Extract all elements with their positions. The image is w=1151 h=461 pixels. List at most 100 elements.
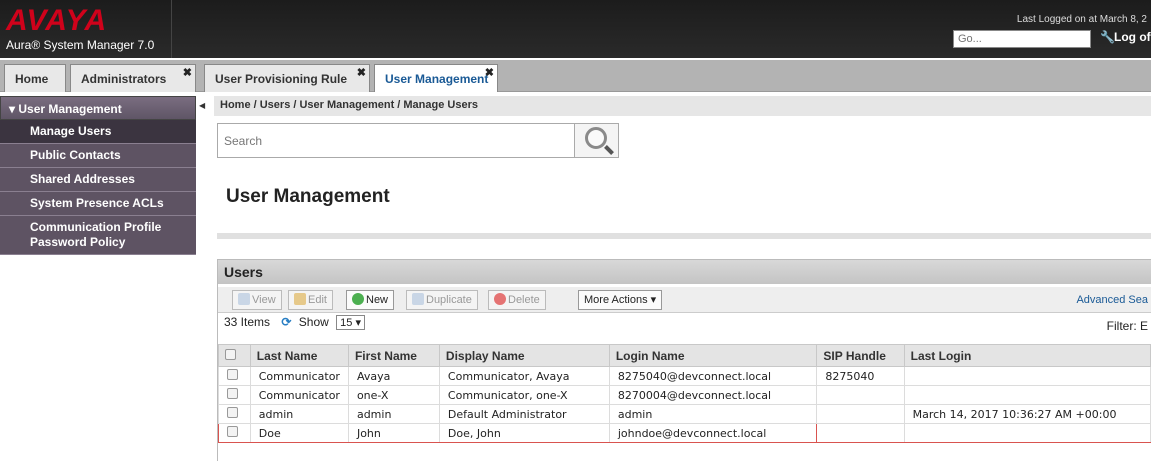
- col-last-name[interactable]: Last Name: [249, 344, 349, 367]
- cell-login-name: 8270004@devconnect.local: [608, 385, 818, 405]
- tab-user-provisioning-rule[interactable]: User Provisioning Rule ✖: [204, 64, 370, 92]
- col-last-login[interactable]: Last Login: [903, 344, 1151, 367]
- tab-home-label: Home: [15, 72, 49, 86]
- duplicate-label: Duplicate: [426, 294, 472, 306]
- items-count: 33 Items: [224, 315, 271, 329]
- users-toolbar: View Edit New Duplicate Delete More Acti…: [218, 287, 1151, 313]
- tab-user-management-label: User Management: [385, 72, 489, 86]
- sidebar-item-system-presence-acls[interactable]: System Presence ACLs: [0, 192, 196, 216]
- select-all-checkbox[interactable]: [225, 348, 236, 360]
- new-label: New: [366, 294, 389, 306]
- filter-link[interactable]: Filter: E: [1107, 319, 1148, 333]
- search-box[interactable]: Search: [217, 123, 619, 158]
- users-table: Last Name First Name Display Name Login …: [218, 344, 1151, 443]
- cell-login-name: 8275040@devconnect.local: [608, 366, 818, 386]
- row-checkbox[interactable]: [227, 407, 238, 418]
- edit-button[interactable]: Edit: [288, 290, 333, 310]
- row-checkbox[interactable]: [227, 369, 238, 380]
- go-search-input[interactable]: [953, 30, 1091, 48]
- cell-first-name: Avaya: [347, 366, 440, 386]
- search-input[interactable]: Search: [224, 134, 262, 148]
- sidebar-item-public-contacts[interactable]: Public Contacts: [0, 144, 196, 168]
- show-page-size-select[interactable]: 15 ▾: [336, 315, 365, 330]
- cell-display-name: Default Administrator: [438, 404, 610, 424]
- cell-first-name: John: [347, 423, 440, 443]
- cell-sip-handle: 8275040: [816, 366, 905, 386]
- breadcrumb: Home / Users / User Management / Manage …: [214, 96, 1151, 116]
- cell-first-name: one-X: [347, 385, 440, 405]
- delete-label: Delete: [508, 294, 540, 306]
- close-icon[interactable]: ✖: [183, 66, 192, 79]
- close-icon[interactable]: ✖: [357, 66, 366, 79]
- cell-first-name: admin: [347, 404, 440, 424]
- pencil-icon: [294, 293, 306, 305]
- avaya-logo: AVAYA: [6, 4, 108, 37]
- brand-area: AVAYA Aura® System Manager 7.0: [0, 0, 172, 58]
- close-icon[interactable]: ✖: [485, 66, 494, 79]
- col-sip-handle[interactable]: SIP Handle: [816, 344, 905, 367]
- sidebar-header-label: User Management: [18, 102, 122, 116]
- tab-administrators-label: Administrators: [81, 72, 167, 86]
- logoff-link[interactable]: 🔧Log of: [1100, 30, 1151, 44]
- table-row-highlighted[interactable]: Doe John Doe, John johndoe@devconnect.lo…: [218, 423, 1151, 443]
- search-icon: [585, 127, 607, 149]
- sidebar-item-communication-profile-password-policy[interactable]: Communication Profile Password Policy: [0, 216, 196, 255]
- sidebar: ▾ User Management Manage Users Public Co…: [0, 96, 196, 326]
- view-button[interactable]: View: [232, 290, 282, 310]
- last-logged-text: Last Logged on at March 8, 2: [1016, 14, 1147, 25]
- page-title: User Management: [226, 186, 390, 207]
- cell-sip-handle: [816, 404, 905, 424]
- cell-last-name: admin: [249, 404, 349, 424]
- users-panel-title: Users: [218, 260, 1151, 284]
- new-button[interactable]: New: [346, 290, 395, 310]
- plus-icon: [352, 293, 364, 305]
- cell-sip-handle: [816, 423, 905, 443]
- col-display-name[interactable]: Display Name: [438, 344, 610, 367]
- wrench-icon: 🔧: [1100, 30, 1115, 44]
- col-login-name[interactable]: Login Name: [608, 344, 818, 367]
- tab-user-management[interactable]: User Management ✖: [374, 64, 498, 92]
- cell-sip-handle: [816, 385, 905, 405]
- cell-last-login: [903, 385, 1151, 405]
- row-checkbox[interactable]: [227, 388, 238, 399]
- cell-login-name: admin: [608, 404, 818, 424]
- cell-login-name: johndoe@devconnect.local: [608, 423, 818, 443]
- sidebar-header[interactable]: ▾ User Management: [0, 96, 196, 120]
- tab-home[interactable]: Home: [4, 64, 66, 92]
- collapse-triangle-icon: ▾: [9, 102, 19, 116]
- sidebar-collapse-icon[interactable]: ◀: [199, 101, 205, 113]
- top-header: AVAYA Aura® System Manager 7.0 Last Logg…: [0, 0, 1151, 58]
- select-all-header[interactable]: [218, 344, 251, 367]
- view-icon: [238, 293, 250, 305]
- cell-last-name: Doe: [249, 423, 349, 443]
- sidebar-item-manage-users[interactable]: Manage Users: [0, 120, 196, 144]
- delete-button[interactable]: Delete: [488, 290, 546, 310]
- tab-administrators[interactable]: Administrators ✖: [70, 64, 196, 92]
- cell-last-name: Communicator: [249, 385, 349, 405]
- show-label: Show: [298, 315, 329, 329]
- row-checkbox[interactable]: [227, 426, 238, 437]
- more-actions-dropdown[interactable]: More Actions ▾: [578, 290, 663, 310]
- view-label: View: [252, 294, 276, 306]
- table-row[interactable]: Communicator Avaya Communicator, Avaya 8…: [218, 366, 1151, 386]
- advanced-search-link[interactable]: Advanced Sea: [1076, 294, 1148, 306]
- cell-last-login: [903, 423, 1151, 443]
- logoff-label: Log of: [1114, 30, 1151, 44]
- table-header-row: Last Name First Name Display Name Login …: [218, 344, 1151, 367]
- sidebar-item-shared-addresses[interactable]: Shared Addresses: [0, 168, 196, 192]
- edit-label: Edit: [308, 294, 327, 306]
- product-name: Aura® System Manager 7.0: [6, 38, 155, 52]
- cell-last-name: Communicator: [249, 366, 349, 386]
- table-row[interactable]: admin admin Default Administrator admin …: [218, 404, 1151, 424]
- divider: [217, 233, 1151, 239]
- cell-last-login: March 14, 2017 10:36:27 AM +00:00: [903, 404, 1151, 424]
- table-row[interactable]: Communicator one-X Communicator, one-X 8…: [218, 385, 1151, 405]
- users-panel: Users View Edit New Duplicate Delete Mor…: [217, 259, 1151, 461]
- col-first-name[interactable]: First Name: [347, 344, 440, 367]
- duplicate-icon: [412, 293, 424, 305]
- cell-display-name: Doe, John: [438, 423, 610, 443]
- refresh-icon[interactable]: ⟳: [281, 315, 291, 329]
- cell-display-name: Communicator, Avaya: [438, 366, 610, 386]
- search-button[interactable]: [574, 124, 618, 157]
- duplicate-button[interactable]: Duplicate: [406, 290, 478, 310]
